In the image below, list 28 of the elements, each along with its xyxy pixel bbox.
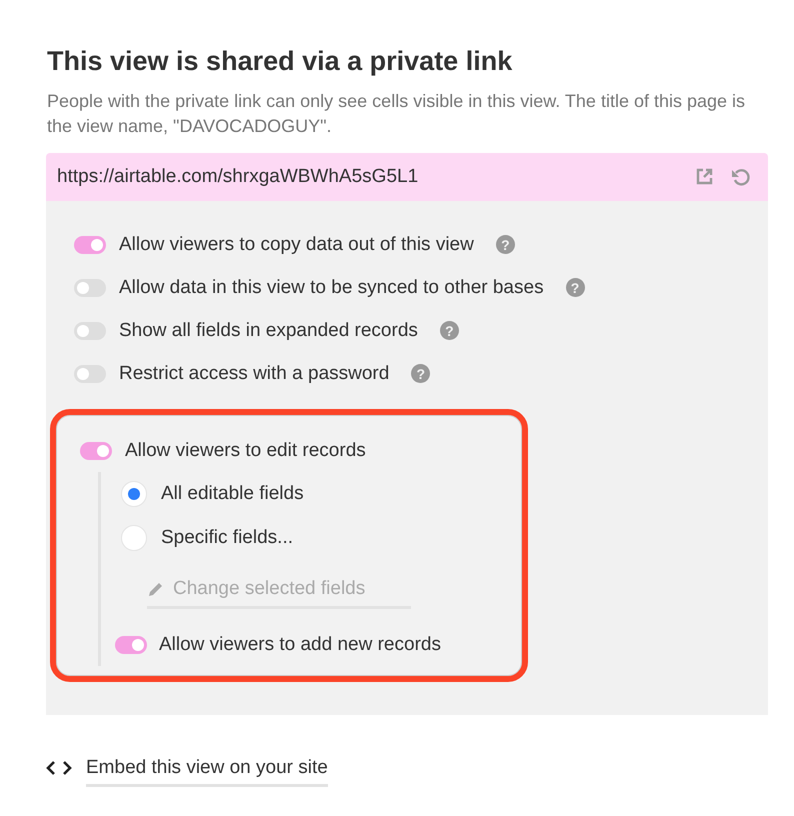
option-label: Show all fields in expanded records bbox=[119, 320, 418, 342]
toggle-switch[interactable] bbox=[74, 278, 106, 296]
radio-label: All editable fields bbox=[161, 483, 304, 505]
radio-label: Specific fields... bbox=[161, 527, 293, 549]
toggle-switch[interactable] bbox=[74, 236, 106, 254]
toggle-switch[interactable] bbox=[115, 636, 147, 654]
toggle-switch[interactable] bbox=[74, 364, 106, 382]
open-external-icon[interactable] bbox=[694, 167, 714, 187]
help-icon[interactable]: ? bbox=[411, 364, 430, 383]
help-icon[interactable]: ? bbox=[566, 278, 585, 297]
option-label: Allow viewers to add new records bbox=[159, 634, 441, 656]
reset-icon[interactable] bbox=[730, 167, 752, 187]
option-label: Restrict access with a password bbox=[119, 362, 390, 384]
help-icon[interactable]: ? bbox=[496, 235, 515, 254]
toggle-switch[interactable] bbox=[74, 322, 106, 340]
share-link-url[interactable]: https://airtable.com/shrxgaWBWhA5sG5L1 bbox=[57, 166, 678, 188]
description-text: People with the private link can only see cells visible in this view. The title of this page is the view name, "DAVOCADOGUY". bbox=[47, 90, 746, 138]
help-icon[interactable]: ? bbox=[440, 321, 459, 340]
option-label: Allow data in this view to be synced to other bases bbox=[119, 276, 544, 298]
radio-button[interactable] bbox=[121, 481, 147, 507]
section-title: This view is shared via a private link bbox=[47, 46, 514, 77]
option-label: Allow viewers to copy data out of this view bbox=[119, 234, 474, 256]
toggle-switch[interactable] bbox=[80, 442, 112, 460]
embed-link[interactable]: Embed this view on your site bbox=[46, 749, 328, 787]
code-icon bbox=[46, 759, 72, 777]
radio-button[interactable] bbox=[121, 525, 147, 551]
pencil-icon bbox=[147, 580, 165, 598]
option-label: Allow viewers to edit records bbox=[125, 440, 366, 462]
